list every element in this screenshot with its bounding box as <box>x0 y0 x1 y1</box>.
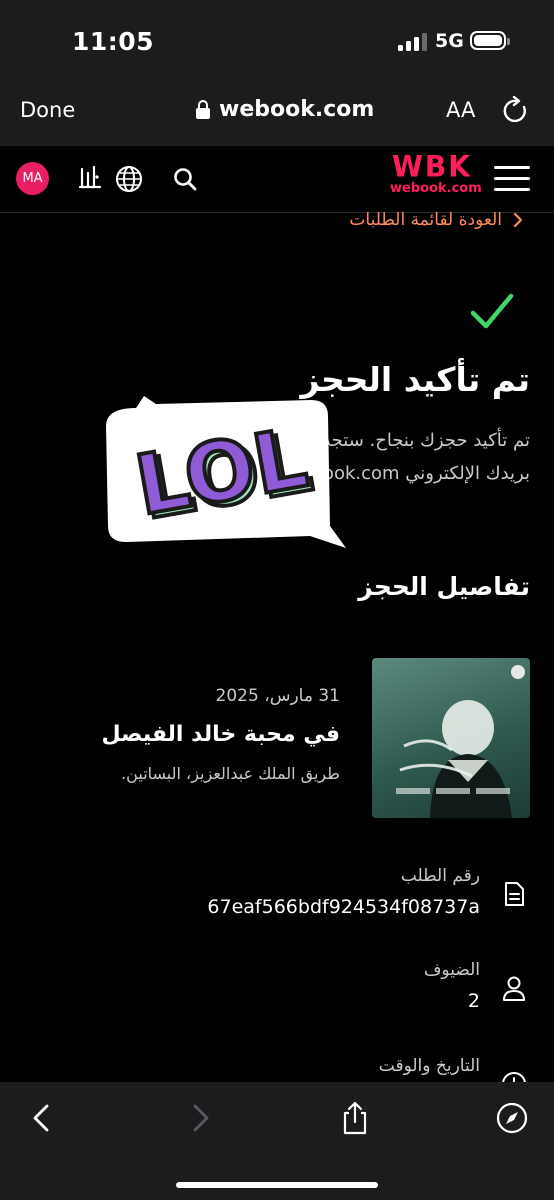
browser-top-bar: Done webook.com AA <box>0 84 554 146</box>
datetime-label: التاريخ والوقت <box>378 1056 480 1076</box>
site-header: MA WBK webook.com <box>0 146 554 213</box>
logo-mark: WBK <box>392 149 472 184</box>
user-icon <box>503 976 525 1001</box>
booking-details-heading: تفاصيل الحجز <box>358 572 530 601</box>
order-number-value: 67eaf566bdf924534f08737a <box>207 896 480 918</box>
reload-icon[interactable] <box>502 96 530 126</box>
done-button[interactable]: Done <box>20 98 75 122</box>
order-number-label: رقم الطلب <box>400 866 480 886</box>
back-link-label: العودة لقائمة الطلبات <box>349 210 502 230</box>
battery-icon <box>470 31 510 50</box>
hamburger-menu-icon[interactable] <box>494 166 530 192</box>
logo-subtext: webook.com <box>390 181 482 196</box>
checkmark-icon <box>470 293 514 329</box>
network-label: 5G <box>435 30 464 52</box>
globe-icon[interactable] <box>114 164 144 194</box>
document-icon <box>505 882 524 906</box>
event-date: 31 مارس، 2025 <box>215 686 340 706</box>
back-to-orders-link[interactable]: العودة لقائمة الطلبات <box>349 210 524 230</box>
lol-sticker: LOL LOL <box>106 396 346 548</box>
guests-value: 2 <box>467 990 480 1012</box>
event-poster-art <box>396 665 525 818</box>
forward-arrow-icon[interactable] <box>182 1100 218 1136</box>
lock-icon <box>196 100 210 119</box>
status-time: 11:05 <box>72 27 155 56</box>
signal-icon <box>398 33 428 51</box>
text-size-label: AA <box>446 98 476 122</box>
language-icon[interactable] <box>78 165 102 193</box>
event-name[interactable]: في محبة خالد الفيصل <box>102 722 340 747</box>
webook-logo[interactable]: WBK webook.com <box>390 149 482 204</box>
compass-icon[interactable] <box>494 1100 530 1136</box>
share-icon[interactable] <box>337 1100 373 1136</box>
back-arrow-icon[interactable] <box>24 1100 60 1136</box>
chevron-right-icon <box>513 212 523 228</box>
event-location: طريق الملك عبدالعزيز، البساتين. <box>121 764 340 783</box>
text-size-button[interactable]: AA <box>446 98 475 122</box>
url-field[interactable]: webook.com <box>219 97 374 122</box>
guests-label: الضيوف <box>423 960 480 980</box>
event-image[interactable] <box>372 658 530 818</box>
home-indicator <box>176 1182 378 1188</box>
status-bar: 11:05 5G <box>0 0 554 84</box>
avatar[interactable]: MA <box>16 162 49 195</box>
search-icon[interactable] <box>172 166 198 192</box>
